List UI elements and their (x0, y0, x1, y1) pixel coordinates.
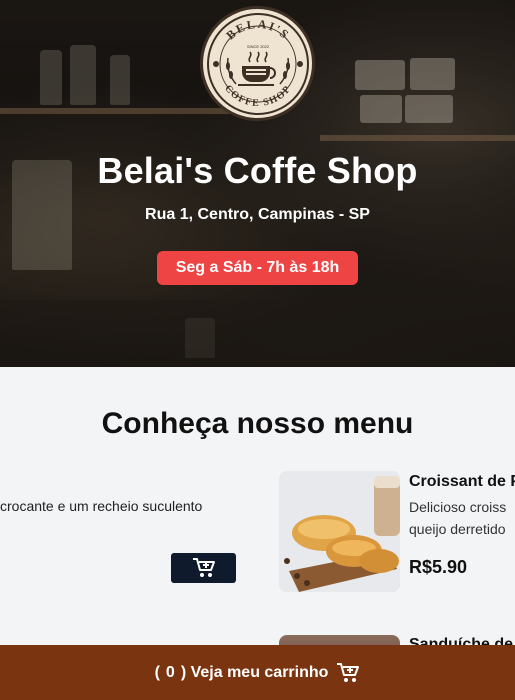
product-description-line: Delicioso croiss (409, 499, 507, 515)
cart-label: ) Veja meu carrinho (180, 663, 329, 681)
product-price: R$5.90 (409, 557, 468, 577)
add-to-cart-button[interactable] (171, 553, 236, 583)
cart-plus-icon (192, 558, 215, 577)
menu-section-title: Conheça nosso menu (101, 407, 414, 440)
cart-count: 0 (165, 663, 175, 681)
opening-hours-badge: Seg a Sáb - 7h às 18h (157, 251, 358, 285)
shelf-decoration (320, 135, 515, 141)
cart-plus-icon (337, 662, 360, 682)
product-image-croissant[interactable] (279, 471, 400, 592)
cart-summary-text: (0 ) Veja meu carrinho (155, 664, 329, 682)
jar-decoration (40, 50, 62, 105)
shelf-decoration (0, 108, 230, 114)
jar-decoration (110, 55, 130, 105)
shop-title: Belai's Coffe Shop (97, 150, 418, 191)
product-description-line: queijo derretido (409, 521, 506, 537)
product-description: Delicioso croiss queijo derretido (409, 496, 515, 540)
logo-middle-text: SINCE 2022 (246, 44, 269, 49)
product-name: Croissant de P (409, 473, 515, 490)
counter-decoration (0, 300, 515, 367)
hero-banner: BELAI'S COFFE SHOP SINCE 2022 Belai's Co… (0, 0, 515, 367)
view-cart-button[interactable]: (0 ) Veja meu carrinho (0, 645, 515, 700)
jar-decoration (70, 45, 96, 105)
coffee-bag-decoration (355, 60, 405, 90)
product-description: crocante e um recheio suculento (0, 498, 203, 514)
shop-address: Rua 1, Centro, Campinas - SP (145, 206, 370, 223)
logo-emblem: BELAI'S COFFE SHOP SINCE 2022 (206, 12, 309, 115)
croissant-image (279, 471, 400, 592)
brand-logo: BELAI'S COFFE SHOP SINCE 2022 (200, 6, 315, 121)
coffee-bag-decoration (410, 58, 455, 90)
coffee-bag-decoration (360, 95, 402, 123)
coffee-bag-decoration (405, 95, 453, 123)
cart-open-paren: ( (154, 663, 160, 681)
